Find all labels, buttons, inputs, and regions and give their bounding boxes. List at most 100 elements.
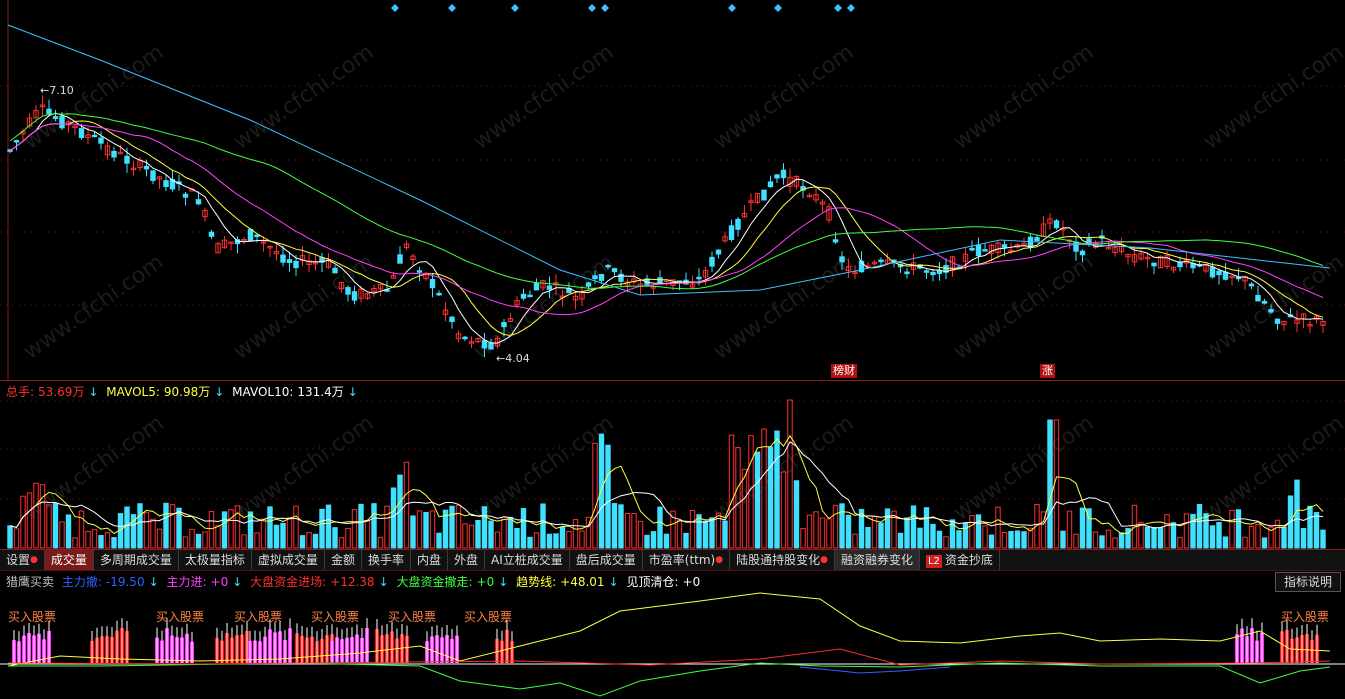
market-in-line (7, 648, 1331, 666)
volume-bar (189, 528, 195, 549)
market-out-line (8, 662, 1331, 697)
tab-volume[interactable]: 成交量 (44, 550, 94, 570)
watermark: www.cfchi.com (19, 411, 168, 526)
tab-outer[interactable]: 外盘 (448, 550, 485, 570)
candle-body (546, 285, 553, 290)
watermark: www.cfchi.com (949, 250, 1098, 365)
event-diamond-icon (511, 4, 519, 12)
volume-bar (631, 513, 637, 549)
volume-bar (241, 534, 247, 549)
tab-multi-period-volume[interactable]: 多周期成交量 (94, 550, 179, 570)
event-tag-list[interactable]: 榜财 (831, 364, 857, 378)
event-diamond-icon (847, 4, 855, 12)
volume-bar (1001, 532, 1008, 549)
trend-value: +48.01 (560, 575, 605, 589)
volume-bar (618, 504, 624, 549)
ma5-line (9, 112, 1324, 344)
volume-bar (592, 442, 598, 549)
candle-body (598, 274, 605, 281)
volume-bar (624, 512, 631, 549)
volume-bar (897, 532, 904, 549)
tab-taiji-volume[interactable]: 太极量指标 (179, 550, 252, 570)
tab-capital-bottom[interactable]: L2 资金抄底 (920, 550, 1000, 570)
volume-bar (143, 512, 150, 549)
candle-body (111, 150, 117, 158)
volume-bar (1157, 527, 1164, 549)
indicator-chart: 买入股票 买入股票 买入股票 买入股票 买入股票 买入股票 买入股票 (0, 592, 1345, 697)
candle-body (1274, 318, 1281, 324)
volume-bar (338, 537, 345, 549)
volume-bar (852, 533, 858, 549)
volume-bar (410, 515, 416, 549)
tab-northbound-holdings[interactable]: 陆股通持股变化● (730, 550, 835, 570)
candle-body (293, 260, 299, 269)
mavol5-label: MAVOL5: (106, 385, 160, 399)
watermark: www.cfchi.com (1199, 411, 1345, 526)
candle-body (709, 256, 715, 267)
event-tag-limit-up[interactable]: 涨 (1040, 364, 1055, 378)
tab-after-hours-volume[interactable]: 盘后成交量 (570, 550, 643, 570)
new-dot-icon: ● (715, 555, 724, 565)
tab-ai-volume[interactable]: AI立桩成交量 (485, 550, 570, 570)
event-diamond-icon (601, 4, 609, 12)
tab-settings[interactable]: 设置● (0, 550, 45, 570)
volume-bar (312, 533, 319, 549)
volume-bar (1255, 524, 1261, 549)
new-dot-icon: ● (30, 555, 38, 565)
volume-chart-panel[interactable]: www.cfchi.com www.cfchi.com www.cfchi.com w… (0, 381, 1345, 550)
volume-bar (774, 430, 780, 549)
volume-bar (1281, 526, 1287, 549)
volume-bar (566, 530, 572, 549)
volume-bar (826, 518, 832, 549)
tab-pe-ttm[interactable]: 市盈率(ttm)● (643, 550, 731, 570)
tab-virtual-volume[interactable]: 虚拟成交量 (252, 550, 325, 570)
watermark: www.cfchi.com (229, 250, 378, 365)
volume-bar (579, 530, 585, 549)
candle-body (1268, 309, 1274, 313)
volume-bar (1066, 510, 1073, 549)
volume-bar (104, 532, 111, 549)
volume-bar (1170, 522, 1177, 549)
indicator-chart-panel[interactable]: 买入股票 买入股票 买入股票 买入股票 买入股票 买入股票 买入股票 猎鹰买卖 主力撤: -1… (0, 571, 1345, 699)
volume-bar (163, 502, 169, 549)
volume-bar (59, 521, 65, 549)
ma60-line (9, 113, 1324, 290)
volume-bar (1073, 533, 1079, 549)
candle-body (163, 180, 169, 188)
tab-turnover[interactable]: 换手率 (362, 550, 411, 570)
event-diamond-icon (834, 4, 842, 12)
volume-bar (273, 524, 280, 549)
volume-bar (1222, 536, 1229, 549)
tab-margin-trading[interactable]: 融资融券变化 (834, 550, 920, 570)
volume-bar (1092, 531, 1099, 549)
market-in-label: 大盘资金进场: (250, 575, 327, 589)
candle-body (1073, 241, 1079, 252)
candle-body (605, 264, 611, 268)
volume-bar (546, 533, 553, 549)
volume-bar (865, 526, 871, 549)
volume-bar (215, 525, 221, 549)
event-diamond-icon (448, 4, 456, 12)
candle-body (1248, 283, 1255, 287)
mavol10-label: MAVOL10: (232, 385, 294, 399)
buy-signal-label: 买入股票 (311, 610, 359, 624)
indicator-tab-bar: 设置● 成交量 多周期成交量 太极量指标 虚拟成交量 金额 换手率 内盘 外盘 … (0, 550, 1345, 571)
new-dot-icon: ● (820, 555, 828, 565)
volume-bar (845, 514, 852, 549)
tab-amount[interactable]: 金额 (325, 550, 362, 570)
volume-bar (1021, 531, 1027, 549)
volume-bar (286, 517, 293, 549)
tab-inner[interactable]: 内盘 (411, 550, 448, 570)
volume-bar (371, 503, 377, 549)
price-chart-panel[interactable]: www.cfchi.com www.cfchi.com www.cfchi.com w… (0, 0, 1345, 381)
candle-body (923, 270, 930, 273)
volume-bar (1196, 503, 1203, 549)
volume-bar (306, 532, 312, 549)
candle-body (182, 193, 189, 198)
candle-body (780, 169, 787, 179)
indicator-help-button[interactable]: 指标说明 (1274, 572, 1341, 592)
volume-bar (416, 510, 423, 549)
down-arrow-icon: ↓ (347, 385, 358, 399)
volume-bar (1112, 537, 1118, 549)
trend-line (7, 592, 1331, 667)
